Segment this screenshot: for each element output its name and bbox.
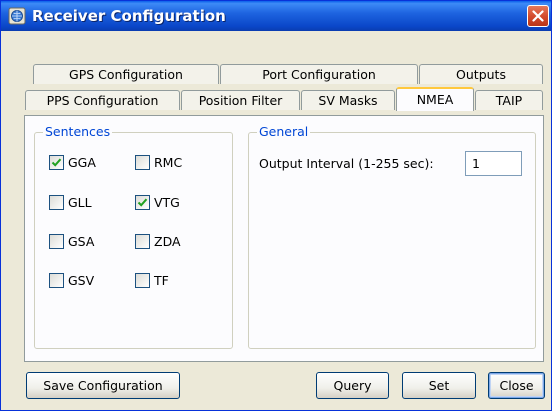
- tab-sv-masks[interactable]: SV Masks: [301, 90, 395, 110]
- gga-checkbox[interactable]: [49, 155, 64, 170]
- vtg-label: VTG: [154, 195, 180, 210]
- gll-label: GLL: [68, 195, 92, 210]
- save-configuration-button[interactable]: Save Configuration: [26, 372, 180, 399]
- tab-port-configuration[interactable]: Port Configuration: [220, 64, 418, 84]
- gga-checkbox-row[interactable]: GGA: [49, 155, 109, 171]
- output-interval-label: Output Interval (1-255 sec):: [259, 156, 434, 171]
- gsv-label: GSV: [68, 273, 95, 288]
- query-button[interactable]: Query: [316, 372, 389, 399]
- gll-checkbox[interactable]: [49, 195, 64, 210]
- tab-outputs[interactable]: Outputs: [419, 64, 543, 84]
- sentences-group-title: Sentences: [43, 124, 113, 139]
- close-button[interactable]: Close: [488, 372, 545, 399]
- tab-position-filter[interactable]: Position Filter: [181, 90, 300, 110]
- gsv-checkbox[interactable]: [49, 273, 64, 288]
- close-window-button[interactable]: [527, 5, 549, 27]
- rmc-label: RMC: [154, 155, 183, 170]
- receiver-configuration-window: Receiver Configuration GPS Configuration…: [0, 0, 552, 411]
- zda-label: ZDA: [154, 234, 181, 249]
- set-button[interactable]: Set: [402, 372, 476, 399]
- tab-gps-configuration[interactable]: GPS Configuration: [33, 64, 219, 84]
- close-x-icon: [532, 10, 544, 22]
- rmc-checkbox-row[interactable]: RMC: [135, 155, 195, 171]
- zda-checkbox-row[interactable]: ZDA: [135, 234, 195, 250]
- rmc-checkbox[interactable]: [135, 155, 150, 170]
- tf-checkbox[interactable]: [135, 273, 150, 288]
- gsa-checkbox-row[interactable]: GSA: [49, 234, 109, 250]
- tab-nmea[interactable]: NMEA: [396, 87, 474, 111]
- vtg-checkbox[interactable]: [135, 195, 150, 210]
- tf-label: TF: [154, 273, 169, 288]
- gsa-label: GSA: [68, 234, 95, 249]
- window-title: Receiver Configuration: [32, 7, 226, 25]
- output-interval-input[interactable]: [465, 151, 522, 176]
- check-icon: [137, 198, 148, 207]
- app-globe-icon: [8, 7, 26, 25]
- title-bar[interactable]: Receiver Configuration: [1, 1, 551, 31]
- tab-pps-configuration[interactable]: PPS Configuration: [25, 90, 180, 110]
- check-icon: [51, 158, 62, 167]
- zda-checkbox[interactable]: [135, 234, 150, 249]
- gsv-checkbox-row[interactable]: GSV: [49, 273, 109, 289]
- tf-checkbox-row[interactable]: TF: [135, 273, 195, 289]
- gll-checkbox-row[interactable]: GLL: [49, 195, 109, 211]
- gsa-checkbox[interactable]: [49, 234, 64, 249]
- gga-label: GGA: [68, 155, 96, 170]
- vtg-checkbox-row[interactable]: VTG: [135, 195, 195, 211]
- tab-taip[interactable]: TAIP: [475, 90, 543, 110]
- general-group-title: General: [257, 124, 311, 139]
